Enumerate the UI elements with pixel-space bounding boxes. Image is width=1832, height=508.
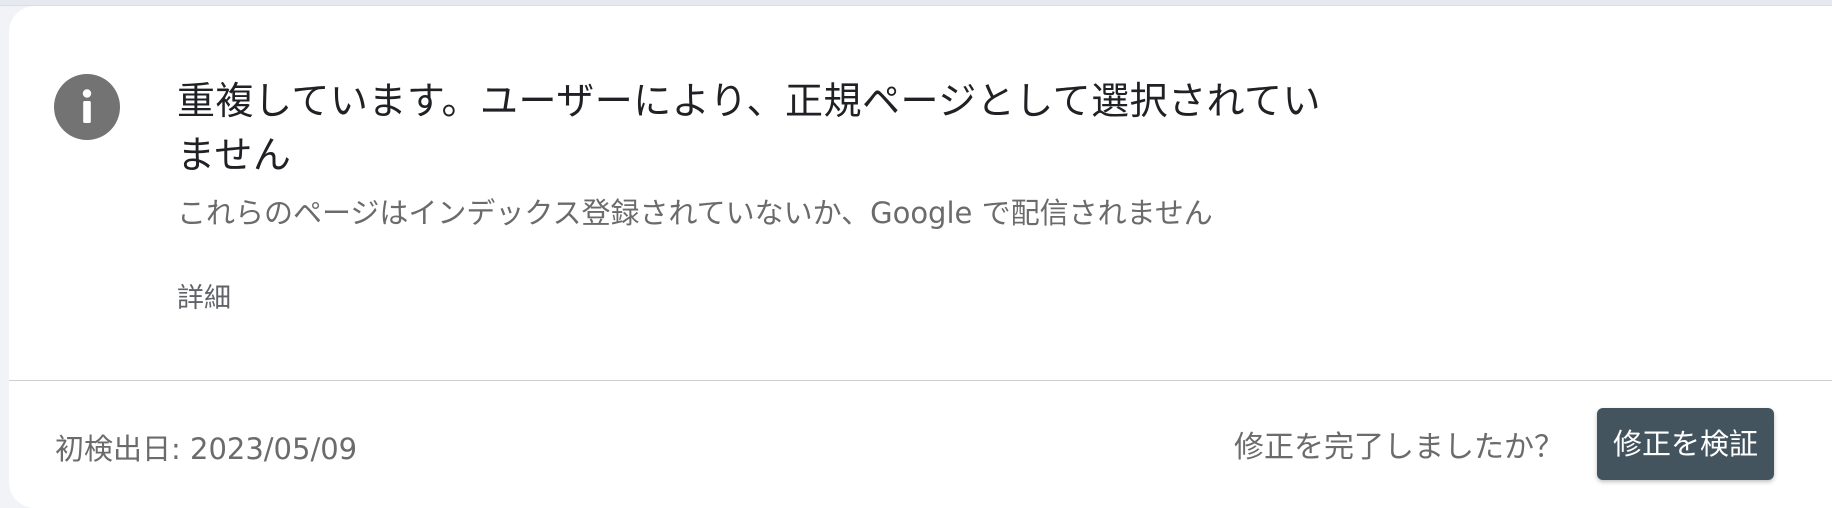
issue-card: 重複しています。ユーザーにより、正規ページとして選択されていません これらのペー… bbox=[9, 6, 1832, 508]
issue-description: これらのページはインデックス登録されていないか、Google で配信されません bbox=[177, 196, 1213, 230]
first-detected-date: 初検出日: 2023/05/09 bbox=[55, 432, 358, 466]
fix-question-text: 修正を完了しましたか？ bbox=[1234, 430, 1564, 465]
info-icon-glyph bbox=[82, 89, 92, 123]
info-icon bbox=[54, 74, 120, 140]
validate-fix-button[interactable]: 修正を検証 bbox=[1597, 408, 1774, 480]
divider bbox=[9, 380, 1832, 381]
details-link[interactable]: 詳細 bbox=[177, 281, 231, 317]
issue-title: 重複しています。ユーザーにより、正規ページとして選択されていません bbox=[177, 79, 1321, 177]
